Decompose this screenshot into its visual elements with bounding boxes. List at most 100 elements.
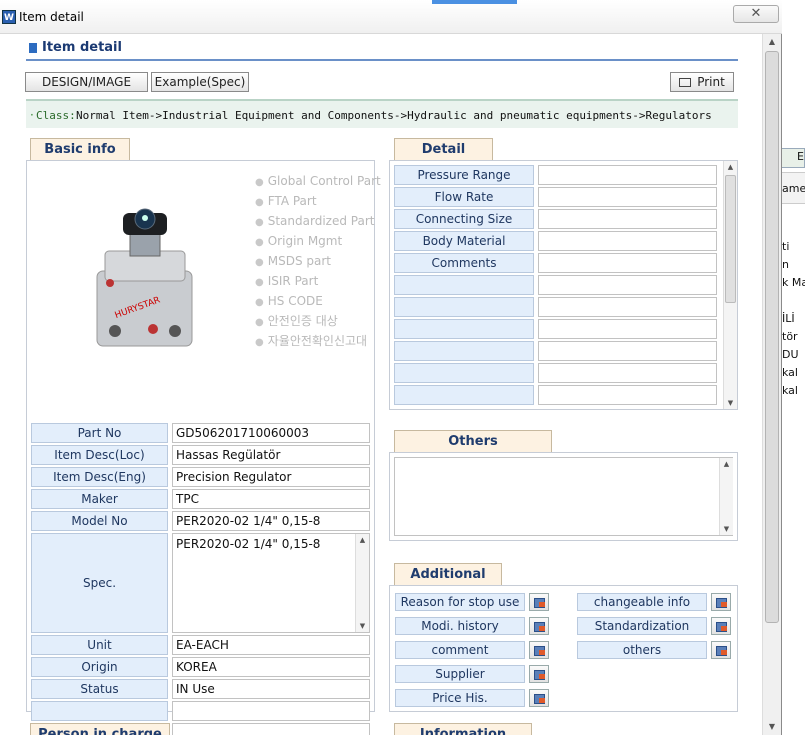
close-button[interactable]: ✕ — [733, 5, 779, 23]
maker-value: TPC — [172, 489, 370, 509]
maker-label: Maker — [31, 489, 168, 509]
flow-rate-label: Flow Rate — [394, 187, 534, 207]
scroll-up-icon[interactable]: ▲ — [763, 34, 781, 50]
flag-item: ● FTA Part — [255, 194, 317, 208]
background-text: ti — [782, 240, 790, 253]
others-textarea[interactable] — [394, 457, 733, 536]
popup-icon[interactable] — [529, 641, 549, 659]
scroll-down-icon[interactable]: ▼ — [724, 397, 737, 409]
person-in-charge-tab[interactable]: Person in charge — [30, 723, 170, 735]
print-button[interactable]: Print — [670, 72, 734, 92]
printer-icon — [679, 78, 692, 87]
scroll-up-icon[interactable]: ▲ — [720, 458, 733, 470]
detail-empty-value — [538, 297, 717, 317]
detail-empty-label — [394, 385, 534, 405]
modi-history-button[interactable]: Modi. history — [395, 617, 525, 635]
detail-empty-label — [394, 275, 534, 295]
item-desc-eng-label: Item Desc(Eng) — [31, 467, 168, 487]
spec-scrollbar[interactable]: ▲ ▼ — [355, 534, 369, 632]
detail-empty-label — [394, 341, 534, 361]
background-text: kal — [782, 384, 798, 397]
title-bar-highlight — [432, 0, 517, 4]
design-image-button[interactable]: DESIGN/IMAGE — [25, 72, 148, 92]
pressure-range-label: Pressure Range — [394, 165, 534, 185]
background-text: kal — [782, 366, 798, 379]
detail-empty-label — [394, 363, 534, 383]
spec-label: Spec. — [31, 533, 168, 633]
background-text: ame — [782, 182, 805, 195]
body-material-label: Body Material — [394, 231, 534, 251]
background-app: E ame ti n k Ma İLİ tör DU kal kal — [780, 0, 805, 735]
example-spec-button[interactable]: Example(Spec) — [151, 72, 249, 92]
scroll-down-icon[interactable]: ▼ — [356, 620, 369, 632]
empty-value — [172, 723, 370, 735]
popup-icon[interactable] — [529, 593, 549, 611]
detail-empty-label — [394, 319, 534, 339]
flag-item: ● 안전인증 대상 — [255, 314, 338, 328]
app-icon: W — [2, 10, 16, 24]
additional-info-tab[interactable]: Additional info — [394, 563, 502, 603]
changeable-info-button[interactable]: changeable info — [577, 593, 707, 611]
others-tab[interactable]: Others — [394, 430, 552, 452]
detail-empty-value — [538, 385, 717, 405]
background-text: DU — [782, 348, 799, 361]
empty-value — [172, 701, 370, 721]
information-tab[interactable]: Information — [394, 723, 532, 735]
others-button[interactable]: others — [577, 641, 707, 659]
detail-scroll-thumb[interactable] — [725, 175, 736, 303]
detail-scrollbar[interactable]: ▲ ▼ — [723, 161, 737, 409]
basic-info-tab[interactable]: Basic info — [30, 138, 130, 160]
connecting-size-value — [538, 209, 717, 229]
popup-icon[interactable] — [711, 593, 731, 611]
title-divider — [26, 59, 738, 61]
detail-empty-value — [538, 275, 717, 295]
scroll-down-icon[interactable]: ▼ — [763, 719, 781, 735]
content-area: Item detail DESIGN/IMAGE Example(Spec) P… — [0, 34, 762, 735]
comments-value — [538, 253, 717, 273]
popup-icon[interactable] — [529, 665, 549, 683]
flag-item: ● Standardized Part — [255, 214, 375, 228]
class-label: Class: — [36, 109, 76, 122]
flag-item: ● 자율안전확인신고대 — [255, 334, 368, 348]
flag-item: ● MSDS part — [255, 254, 331, 268]
item-desc-eng-value: Precision Regulator — [172, 467, 370, 487]
part-no-value: GD506201710060003 — [172, 423, 370, 443]
window-scroll-thumb[interactable] — [765, 51, 779, 623]
item-detail-window: W Item detail ✕ Item detail DESIGN/IMAGE… — [0, 0, 782, 735]
detail-tab[interactable]: Detail — [394, 138, 493, 160]
flag-item: ● ISIR Part — [255, 274, 319, 288]
spec-textarea[interactable]: PER2020-02 1/4" 0,15-8 ▲ ▼ — [172, 533, 370, 633]
title-bar[interactable]: W Item detail ✕ — [0, 0, 782, 34]
pressure-range-value — [538, 165, 717, 185]
others-scrollbar[interactable]: ▲ ▼ — [719, 458, 733, 535]
standardization-button[interactable]: Standardization — [577, 617, 707, 635]
comments-label: Comments — [394, 253, 534, 273]
background-text: E — [797, 150, 804, 163]
window-scrollbar[interactable]: ▲ ▼ — [762, 34, 781, 735]
scroll-up-icon[interactable]: ▲ — [724, 161, 737, 173]
scroll-up-icon[interactable]: ▲ — [356, 534, 369, 546]
popup-icon[interactable] — [711, 617, 731, 635]
supplier-button[interactable]: Supplier — [395, 665, 525, 683]
class-bar: · Class: Normal Item->Industrial Equipme… — [26, 99, 738, 128]
unit-label: Unit — [31, 635, 168, 655]
unit-value: EA-EACH — [172, 635, 370, 655]
flag-list: ● Global Control Part ● FTA Part ● Standard… — [255, 171, 381, 351]
price-history-button[interactable]: Price His. — [395, 689, 525, 707]
flag-item: ● HS CODE — [255, 294, 323, 308]
bullet-icon: · — [30, 108, 34, 122]
popup-icon[interactable] — [529, 617, 549, 635]
print-label: Print — [697, 75, 725, 89]
status-label: Status — [31, 679, 168, 699]
comment-button[interactable]: comment — [395, 641, 525, 659]
detail-empty-value — [538, 319, 717, 339]
page-title: Item detail — [42, 40, 122, 55]
connecting-size-label: Connecting Size — [394, 209, 534, 229]
popup-icon[interactable] — [711, 641, 731, 659]
detail-empty-label — [394, 297, 534, 317]
popup-icon[interactable] — [529, 689, 549, 707]
flag-item: ● Global Control Part — [255, 174, 381, 188]
additional-info-panel: Reason for stop use Modi. history commen… — [389, 585, 738, 712]
scroll-down-icon[interactable]: ▼ — [720, 523, 733, 535]
reason-for-stop-use-button[interactable]: Reason for stop use — [395, 593, 525, 611]
